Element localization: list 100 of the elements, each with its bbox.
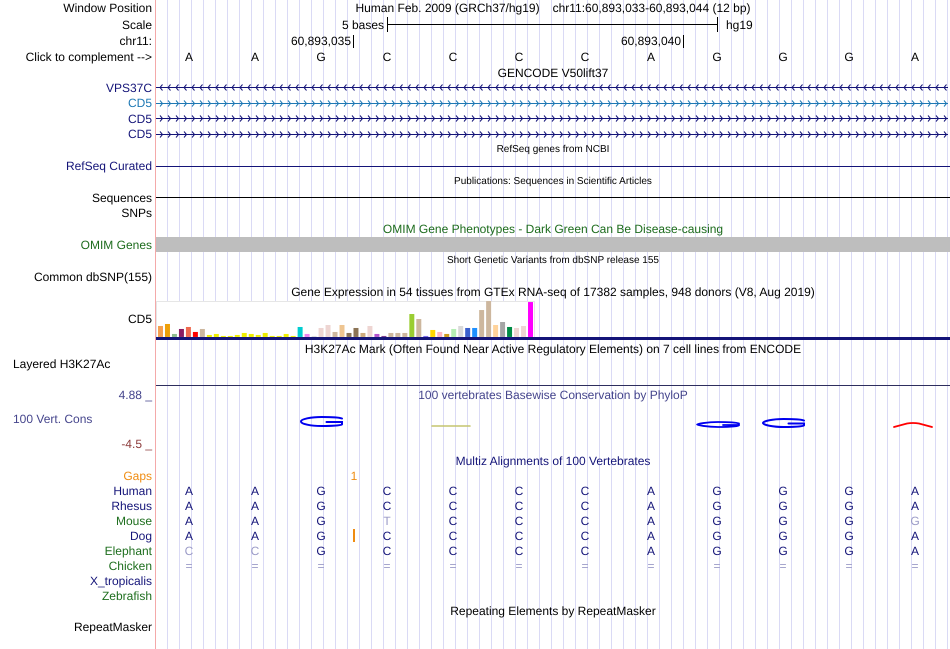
expression-bar [206,334,212,337]
aligned-base: G [844,544,854,558]
aligned-base: C [580,528,590,542]
expression-bar [472,328,478,337]
aligned-base: A [184,484,193,498]
aligned-base: C [448,484,458,498]
axis-max-label: 4.88 _ [118,388,152,402]
conservation-mark-icon [893,422,933,428]
expression-bar [304,334,310,337]
aligned-base: C [514,528,524,542]
expression-bar [465,328,470,337]
track-label: SNPs [121,206,152,220]
aligned-base: A [910,544,919,558]
gaps-label: Gaps [123,468,152,482]
track-title: OMIM Gene Phenotypes - Dark Green Can Be Disease-causing [382,222,724,236]
base-letter: G [712,50,722,64]
aligned-base: C [514,498,524,512]
expression-bar [479,310,484,337]
aligned-base: A [910,484,919,498]
aligned-base: G [844,528,854,542]
aligned-base: A [250,498,259,512]
species-label: Elephant [104,544,152,558]
expression-bar [374,334,380,337]
aligned-base: G [844,514,854,528]
expression-bar [340,324,344,337]
aligned-base: A [250,528,259,542]
track-title: Gene Expression in 54 tissues from GTEx RNA-seq of 17382 samples, 948 donors (V8, Aug 2019) [291,285,815,299]
expression-bar [360,332,366,337]
base-letter: A [250,50,259,64]
aligned-base: C [250,544,260,558]
assembly-title: Human Feb. 2009 (GRCh37/hg19) [355,1,540,15]
expression-bar [178,328,184,337]
expression-bar [214,334,219,337]
base-letter: A [646,50,655,64]
aligned-base: A [184,514,193,528]
scale-bar-label: 5 bases [342,18,385,32]
expression-bar [318,328,324,337]
aligned-base: C [184,544,194,558]
aligned-base: A [646,484,655,498]
aligned-base: C [382,484,392,498]
aligned-base: G [316,498,326,512]
aligned-base: A [910,528,919,542]
aligned-base: G [316,544,326,558]
aligned-base: C [514,484,524,498]
aligned-base: C [580,544,590,558]
aligned-base: G [712,544,722,558]
expression-bar [326,324,331,337]
gene-label: CD5 [128,127,152,142]
aligned-base: G [712,528,722,542]
aligned-base: C [382,498,392,512]
aligned-base: C [448,528,458,542]
aligned-base: G [778,528,788,542]
species-label: Dog [130,528,152,542]
aligned-base: A [910,498,919,512]
species-label: Chicken [108,558,152,572]
aligned-base: = [581,558,588,572]
expression-bar [186,326,191,337]
aligned-base: G [778,498,788,512]
expression-bar [242,332,247,337]
ruler-tick-label: 60,893,035 [290,34,354,48]
base-letter: G [316,50,326,64]
aligned-base: C [580,484,590,498]
aligned-base: G [316,484,326,498]
aligned-base: = [185,558,192,572]
expression-bar [298,326,303,337]
track-label: Common dbSNP(155) [34,270,152,284]
base-letter: A [910,50,919,64]
aligned-base: C [382,544,392,558]
expression-bar [521,326,526,337]
conservation-mark-icon [696,421,740,428]
gene-label: VPS37C [106,80,152,95]
expression-bar [451,328,456,337]
aligned-base: A [184,498,193,512]
aligned-base: = [779,558,786,572]
expression-bar [346,332,352,337]
aligned-base: = [317,558,324,572]
expression-bar [437,332,442,337]
expression-bar [256,334,261,337]
complement-link[interactable]: Click to complement --> [26,50,152,64]
aligned-base: A [646,514,655,528]
ruler-tick-label: 60,893,040 [620,34,684,48]
expression-bar [409,314,414,337]
aligned-base: G [844,498,854,512]
aligned-base: A [646,544,655,558]
aligned-base: = [515,558,522,572]
aligned-base: G [844,484,854,498]
aligned-base: A [250,484,259,498]
track-title: RefSeq genes from NCBI [496,144,610,156]
expression-bar [500,322,506,337]
aligned-base: = [383,558,390,572]
expression-bar [234,334,240,337]
track-title: H3K27Ac Mark (Often Found Near Active Regulatory Elements) on 7 cell lines from ENCODE [304,342,802,356]
expression-bar [493,324,498,337]
expression-bar [430,330,436,337]
aligned-base: G [712,514,722,528]
expression-bar [200,328,205,337]
aligned-base: A [250,514,259,528]
aligned-base: C [448,498,458,512]
expression-bar [528,302,533,337]
aligned-base: G [778,484,788,498]
